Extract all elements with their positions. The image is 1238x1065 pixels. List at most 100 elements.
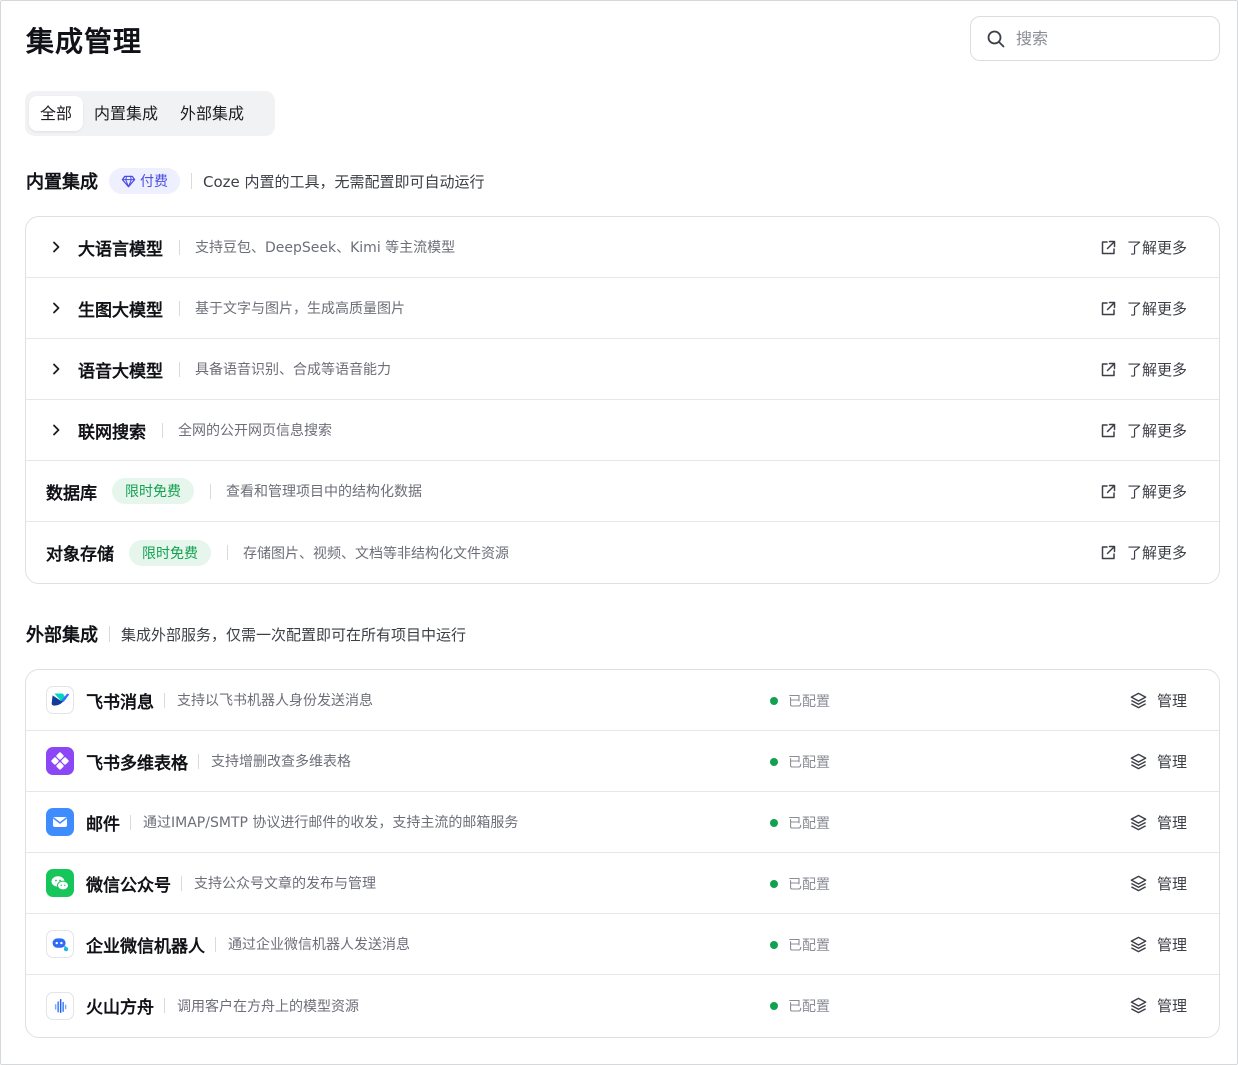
tab-external[interactable]: 外部集成 xyxy=(169,96,255,131)
row-name: 大语言模型 xyxy=(78,239,163,260)
external-link-icon xyxy=(1101,545,1116,559)
diamond-icon xyxy=(121,175,136,187)
external-link-icon xyxy=(1101,301,1116,315)
config-status: 已配置 xyxy=(770,975,830,1036)
tab-builtin[interactable]: 内置集成 xyxy=(83,96,169,131)
status-label: 已配置 xyxy=(788,815,830,832)
manage-button[interactable]: 管理 xyxy=(1129,975,1187,1036)
row-name: 对象存储 xyxy=(46,545,114,565)
builtin-row-database: 数据库 限时免费 查看和管理项目中的结构化数据 了解更多 xyxy=(26,461,1219,522)
manage-label: 管理 xyxy=(1156,814,1187,832)
status-label: 已配置 xyxy=(788,754,830,771)
layers-icon xyxy=(1130,692,1147,709)
learn-more-label: 了解更多 xyxy=(1126,239,1187,257)
divider xyxy=(179,300,180,316)
chevron-right-icon[interactable] xyxy=(48,300,64,316)
builtin-row-speech-model[interactable]: 语音大模型 具备语音识别、合成等语音能力 了解更多 xyxy=(26,339,1219,400)
builtin-list: 大语言模型 支持豆包、DeepSeek、Kimi 等主流模型 了解更多 生图大模… xyxy=(25,216,1220,584)
divider xyxy=(130,814,131,830)
paid-badge: 付费 xyxy=(109,168,180,194)
layers-icon xyxy=(1130,936,1147,953)
row-description: 支持公众号文章的发布与管理 xyxy=(194,876,376,892)
chevron-right-icon[interactable] xyxy=(48,239,64,255)
manage-label: 管理 xyxy=(1156,753,1187,771)
row-description: 全网的公开网页信息搜索 xyxy=(178,423,332,439)
chevron-right-icon[interactable] xyxy=(48,422,64,438)
config-status: 已配置 xyxy=(770,792,830,853)
learn-more-link[interactable]: 了解更多 xyxy=(1099,339,1187,400)
divider xyxy=(179,239,180,255)
external-row-mail: 邮件 通过IMAP/SMTP 协议进行邮件的收发，支持主流的邮箱服务 已配置 管… xyxy=(26,792,1219,853)
learn-more-label: 了解更多 xyxy=(1126,300,1187,318)
status-label: 已配置 xyxy=(788,693,830,710)
row-description: 通过IMAP/SMTP 协议进行邮件的收发，支持主流的邮箱服务 xyxy=(143,815,519,831)
search-box[interactable] xyxy=(970,16,1220,61)
divider xyxy=(215,936,216,952)
learn-more-label: 了解更多 xyxy=(1126,483,1187,501)
tab-all[interactable]: 全部 xyxy=(29,96,84,131)
external-row-volcengine-ark: 火山方舟 调用客户在方舟上的模型资源 已配置 管理 xyxy=(26,975,1219,1036)
row-name: 联网搜索 xyxy=(78,422,146,443)
wechat-icon xyxy=(46,869,74,897)
search-icon xyxy=(987,30,1005,47)
learn-more-label: 了解更多 xyxy=(1126,544,1187,562)
row-name: 企业微信机器人 xyxy=(86,936,205,957)
config-status: 已配置 xyxy=(770,914,830,975)
chevron-right-icon[interactable] xyxy=(48,361,64,377)
builtin-row-web-search[interactable]: 联网搜索 全网的公开网页信息搜索 了解更多 xyxy=(26,400,1219,461)
row-description: 具备语音识别、合成等语音能力 xyxy=(195,362,391,378)
learn-more-link[interactable]: 了解更多 xyxy=(1099,278,1187,339)
manage-label: 管理 xyxy=(1156,692,1187,710)
volcengine-ark-icon xyxy=(46,991,74,1020)
manage-button[interactable]: 管理 xyxy=(1129,670,1187,731)
builtin-row-llm[interactable]: 大语言模型 支持豆包、DeepSeek、Kimi 等主流模型 了解更多 xyxy=(26,217,1219,278)
page-title: 集成管理 xyxy=(26,25,143,58)
status-dot xyxy=(770,757,778,766)
status-dot xyxy=(770,879,778,888)
manage-label: 管理 xyxy=(1156,997,1187,1015)
builtin-section-description: Coze 内置的工具，无需配置即可自动运行 xyxy=(203,172,485,191)
external-row-wechat-official: 微信公众号 支持公众号文章的发布与管理 已配置 管理 xyxy=(26,853,1219,914)
divider xyxy=(210,483,211,499)
external-row-wecom-bot: 企业微信机器人 通过企业微信机器人发送消息 已配置 管理 xyxy=(26,914,1219,975)
learn-more-label: 了解更多 xyxy=(1126,361,1187,379)
row-name: 生图大模型 xyxy=(78,300,163,321)
builtin-row-image-model[interactable]: 生图大模型 基于文字与图片，生成高质量图片 了解更多 xyxy=(26,278,1219,339)
external-list: 飞书消息 支持以飞书机器人身份发送消息 已配置 管理 飞书多维表格 支持增删改查… xyxy=(25,669,1220,1038)
external-link-icon xyxy=(1101,423,1116,437)
status-dot xyxy=(770,696,778,705)
builtin-section-header: 内置集成 付费 Coze 内置的工具，无需配置即可自动运行 xyxy=(26,166,485,196)
external-link-icon xyxy=(1101,484,1116,498)
external-section-title: 外部集成 xyxy=(26,625,98,646)
manage-button[interactable]: 管理 xyxy=(1129,914,1187,975)
wecom-bot-icon xyxy=(46,930,74,958)
learn-more-link[interactable]: 了解更多 xyxy=(1099,461,1187,522)
learn-more-label: 了解更多 xyxy=(1126,422,1187,440)
free-badge: 限时免费 xyxy=(112,478,194,504)
free-badge: 限时免费 xyxy=(129,539,211,566)
row-description: 查看和管理项目中的结构化数据 xyxy=(226,484,422,500)
external-section-description: 集成外部服务，仅需一次配置即可在所有项目中运行 xyxy=(121,625,467,644)
learn-more-link[interactable]: 了解更多 xyxy=(1099,217,1187,278)
layers-icon xyxy=(1130,753,1147,770)
divider xyxy=(164,692,165,708)
row-description: 存储图片、视频、文档等非结构化文件资源 xyxy=(243,545,509,562)
learn-more-link[interactable]: 了解更多 xyxy=(1099,522,1187,583)
mail-icon xyxy=(46,808,74,836)
config-status: 已配置 xyxy=(770,670,830,731)
row-description: 支持豆包、DeepSeek、Kimi 等主流模型 xyxy=(195,240,456,256)
row-name: 火山方舟 xyxy=(86,998,154,1018)
row-name: 微信公众号 xyxy=(86,875,171,896)
status-label: 已配置 xyxy=(788,876,830,893)
search-input[interactable] xyxy=(1016,29,1206,48)
manage-label: 管理 xyxy=(1156,936,1187,954)
manage-button[interactable]: 管理 xyxy=(1129,731,1187,792)
config-status: 已配置 xyxy=(770,853,830,914)
learn-more-link[interactable]: 了解更多 xyxy=(1099,400,1187,461)
manage-button[interactable]: 管理 xyxy=(1129,853,1187,914)
row-name: 邮件 xyxy=(86,814,120,835)
external-section-header: 外部集成 集成外部服务，仅需一次配置即可在所有项目中运行 xyxy=(26,619,466,649)
divider xyxy=(164,998,165,1013)
row-name: 飞书消息 xyxy=(86,692,154,713)
manage-button[interactable]: 管理 xyxy=(1129,792,1187,853)
